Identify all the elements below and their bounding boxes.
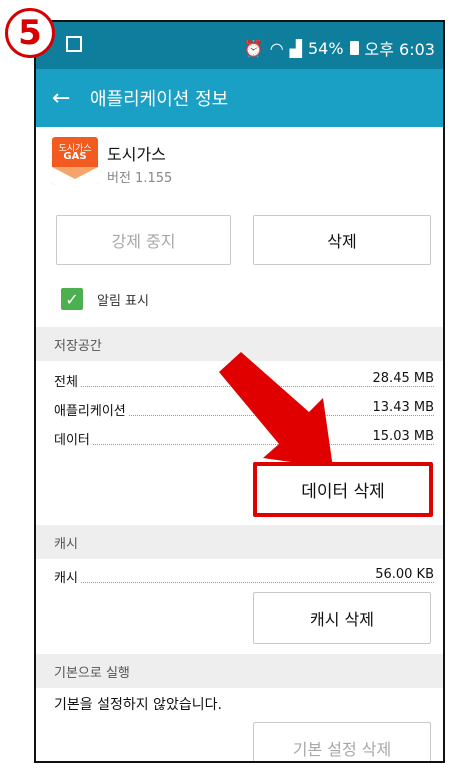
clear-cache-button[interactable]: 캐시 삭제 bbox=[253, 592, 431, 644]
notification-label: 알림 표시 bbox=[97, 293, 149, 309]
force-stop-button[interactable]: 강제 중지 bbox=[56, 215, 231, 265]
clear-data-button[interactable]: 데이터 삭제 bbox=[253, 462, 433, 517]
phone-screen: ⏰ ◠ ▟ 54% 오후 6:03 ← 애플리케이션 정보 도시가스 GAS 도… bbox=[34, 20, 445, 763]
app-version: 버전 1.155 bbox=[107, 171, 173, 186]
page-title: 애플리케이션 정보 bbox=[90, 89, 229, 110]
signal-icon: ▟ bbox=[289, 38, 302, 58]
storage-value: 28.45 MB bbox=[369, 371, 434, 386]
app-icon-text-gas: GAS bbox=[63, 151, 87, 162]
cache-row: 캐시 56.00 KB bbox=[54, 567, 434, 589]
storage-label: 애플리케이션 bbox=[54, 400, 129, 419]
envelope-icon bbox=[52, 165, 98, 185]
alarm-icon: ⏰ bbox=[243, 38, 264, 58]
app-icon: 도시가스 GAS bbox=[52, 137, 98, 185]
app-name: 도시가스 bbox=[107, 145, 166, 164]
storage-value: 15.03 MB bbox=[369, 429, 434, 444]
dotted-leader bbox=[54, 582, 434, 583]
app-header: 도시가스 GAS 도시가스 버전 1.155 bbox=[52, 135, 412, 195]
battery-icon bbox=[349, 41, 359, 55]
notification-toggle[interactable]: ✓ 알림 표시 bbox=[61, 288, 149, 310]
clock: 오후 6:03 bbox=[364, 40, 435, 59]
defaults-section-header: 기본으로 실행 bbox=[36, 654, 443, 688]
storage-label: 전체 bbox=[54, 371, 81, 390]
red-arrow-annotation bbox=[219, 352, 333, 468]
cache-label: 캐시 bbox=[54, 567, 81, 586]
checkbox-checked-icon[interactable]: ✓ bbox=[61, 288, 83, 310]
app-bar: ← 애플리케이션 정보 bbox=[36, 69, 443, 127]
back-arrow-icon[interactable]: ← bbox=[52, 86, 80, 111]
status-icons: ⏰ ◠ ▟ 54% 오후 6:03 bbox=[244, 36, 435, 60]
cache-section-header: 캐시 bbox=[36, 525, 443, 559]
storage-value: 13.43 MB bbox=[369, 400, 434, 415]
status-bar: ⏰ ◠ ▟ 54% 오후 6:03 bbox=[36, 22, 443, 69]
battery-percentage: 54% bbox=[307, 38, 344, 58]
wifi-icon: ◠ bbox=[269, 38, 284, 58]
cache-value: 56.00 KB bbox=[372, 567, 434, 582]
defaults-description: 기본을 설정하지 않았습니다. bbox=[54, 697, 222, 713]
storage-label: 데이터 bbox=[54, 429, 93, 448]
step-number-badge: 5 bbox=[5, 8, 55, 58]
clear-defaults-button[interactable]: 기본 설정 삭제 bbox=[253, 722, 431, 761]
uninstall-button[interactable]: 삭제 bbox=[253, 215, 431, 265]
gallery-icon bbox=[66, 36, 82, 52]
